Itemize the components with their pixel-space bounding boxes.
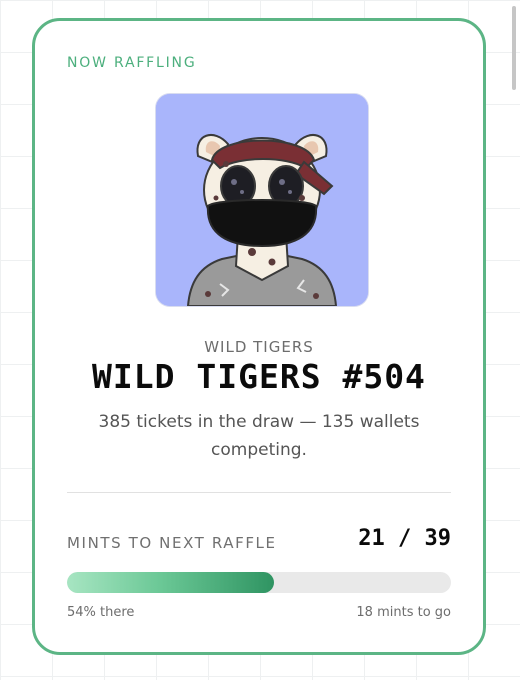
mints-to-next-raffle-label: MINTS TO NEXT RAFFLE <box>67 534 277 552</box>
progress-track <box>67 572 451 593</box>
mints-remaining: 18 mints to go <box>356 605 451 620</box>
raffle-description: 385 tickets in the draw — 135 wallets co… <box>98 412 420 460</box>
tiger-avatar-illustration <box>156 94 368 306</box>
collection-name: WILD TIGERS <box>204 338 314 356</box>
now-raffling-label: NOW RAFFLING <box>67 55 197 71</box>
nft-image <box>156 94 368 306</box>
scrollbar[interactable] <box>512 6 516 90</box>
raffle-card: NOW RAFFLING WILD TIGERS WILD TIGERS #50… <box>32 18 486 655</box>
nft-title: WILD TIGERS #504 <box>92 357 426 396</box>
mint-count: 21 / 39 <box>358 526 451 551</box>
divider <box>67 492 451 493</box>
progress-fill <box>67 572 275 593</box>
progress-percent: 54% there <box>67 605 135 620</box>
